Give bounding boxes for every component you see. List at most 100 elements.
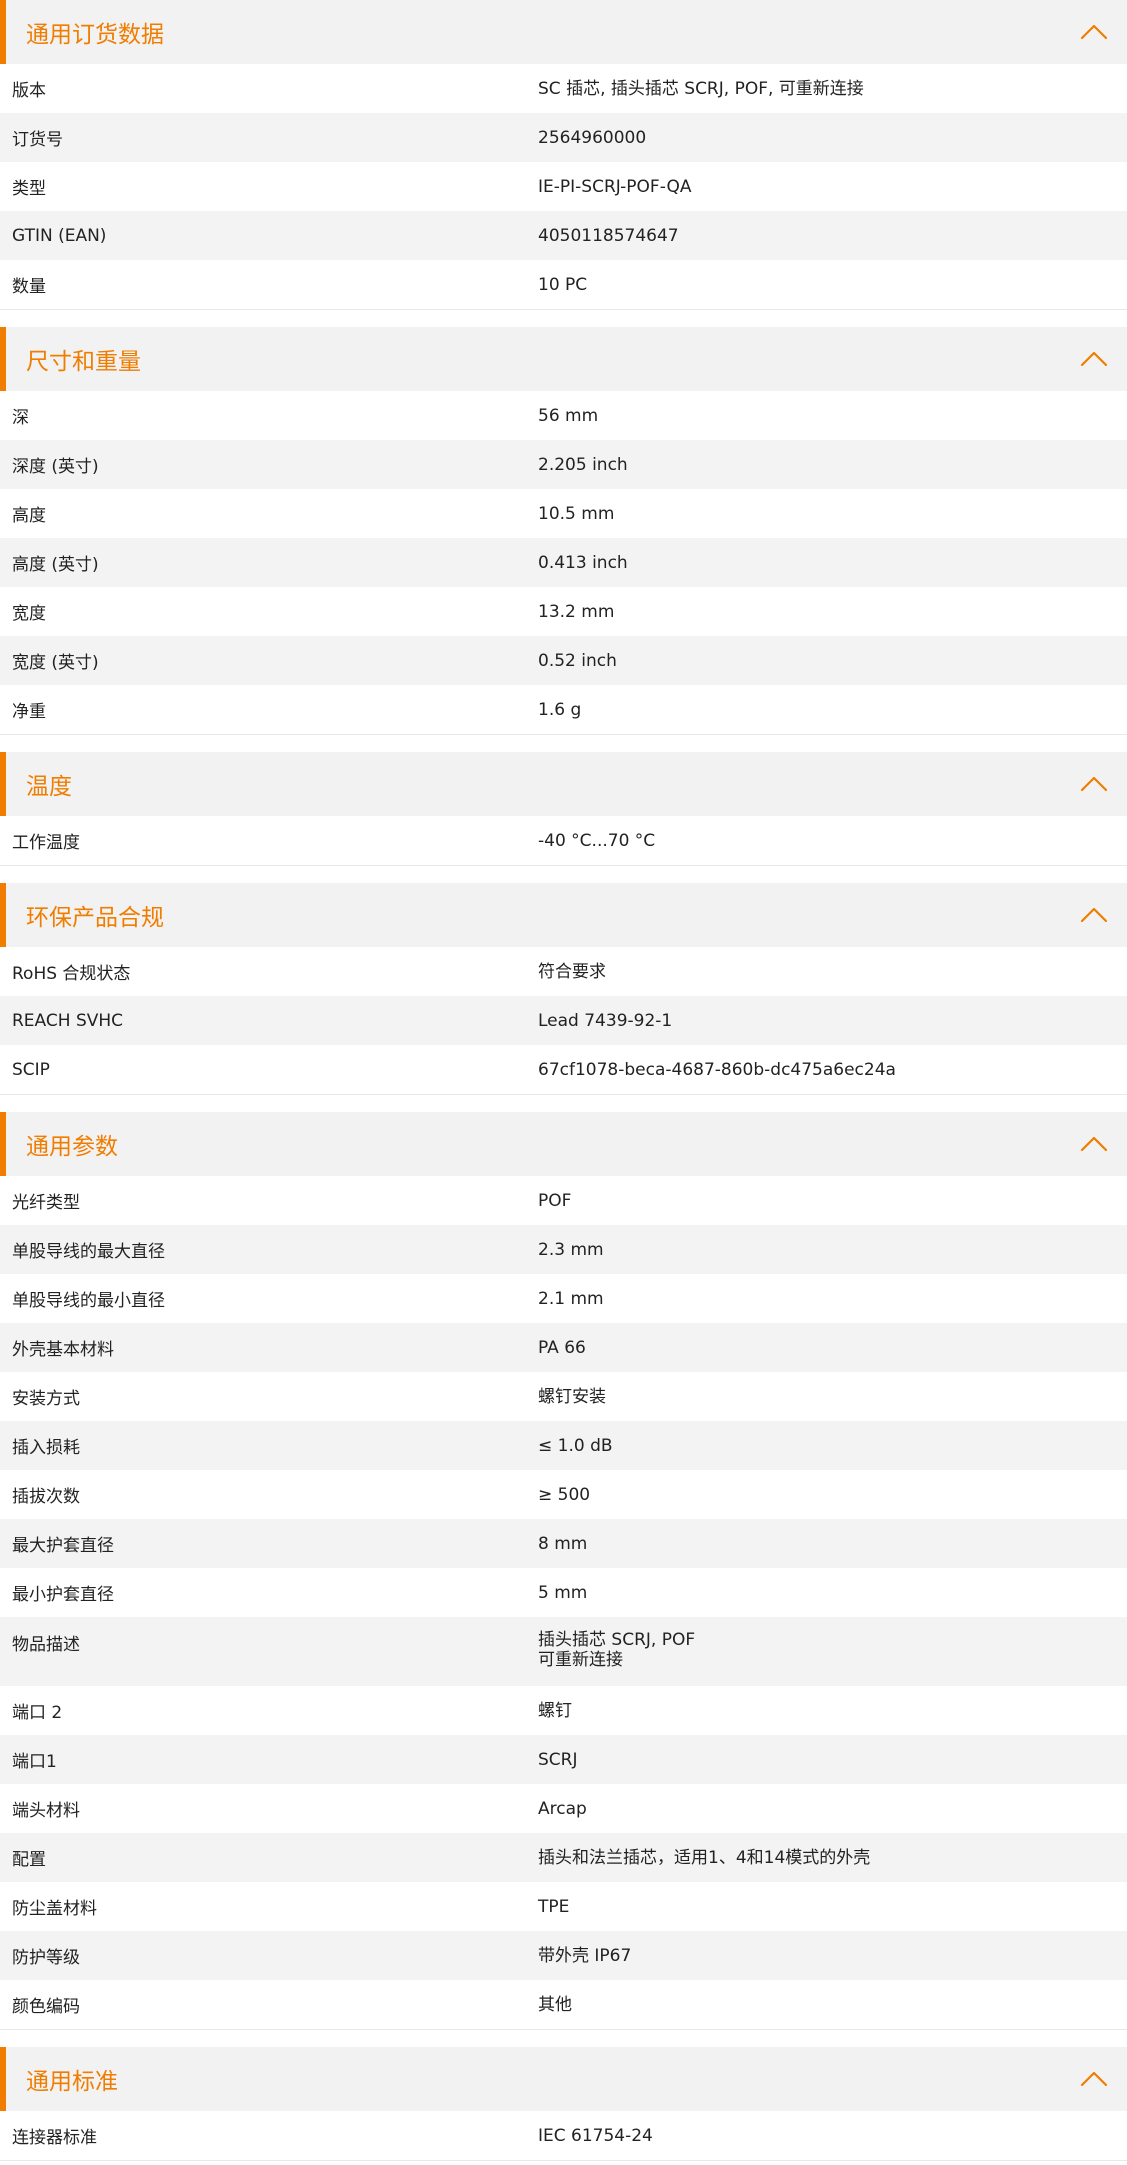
spec-label: 类型 xyxy=(12,179,46,199)
chevron-up-icon[interactable] xyxy=(1079,1130,1109,1158)
section-rows: 深 56 mm 深度 (英寸) 2.205 inch 高度 10.5 mm 高度… xyxy=(0,391,1127,735)
spec-label: 版本 xyxy=(12,81,46,101)
spec-row: 宽度 13.2 mm xyxy=(0,587,1127,636)
spec-label: 防护等级 xyxy=(12,1948,80,1968)
spec-row: 配置 插头和法兰插芯，适用1、4和14模式的外壳 xyxy=(0,1833,1127,1882)
spec-value: 1.6 g xyxy=(538,699,582,720)
section-header[interactable]: 尺寸和重量 xyxy=(0,327,1127,391)
spec-row: RoHS 合规状态 符合要求 xyxy=(0,947,1127,996)
section-title: 尺寸和重量 xyxy=(26,349,141,375)
spec-value: 13.2 mm xyxy=(538,601,615,622)
chevron-up-icon[interactable] xyxy=(1079,18,1109,46)
spec-value: IEC 61754-24 xyxy=(538,2125,653,2146)
spec-value: 2564960000 xyxy=(538,127,647,148)
section-rows: 光纤类型 POF 单股导线的最大直径 2.3 mm 单股导线的最小直径 2.1 … xyxy=(0,1176,1127,2030)
section-header[interactable]: 通用标准 xyxy=(0,2047,1127,2111)
spec-section: 温度 工作温度 -40 °C...70 °C xyxy=(0,752,1127,866)
spec-label: 安装方式 xyxy=(12,1389,80,1409)
section-rows: 工作温度 -40 °C...70 °C xyxy=(0,816,1127,866)
spec-row: GTIN (EAN) 4050118574647 xyxy=(0,211,1127,260)
spec-label: REACH SVHC xyxy=(12,1010,124,1031)
spec-value: 带外壳 IP67 xyxy=(538,1945,632,1966)
chevron-up-icon[interactable] xyxy=(1079,2065,1109,2093)
spec-row: 工作温度 -40 °C...70 °C xyxy=(0,816,1127,865)
spec-row: 端口1 SCRJ xyxy=(0,1735,1127,1784)
spec-row: 物品描述 插头插芯 SCRJ, POF 可重新连接 xyxy=(0,1617,1127,1686)
spec-label: 数量 xyxy=(12,277,46,297)
spec-label: 深度 (英寸) xyxy=(12,457,99,477)
spec-label: 高度 xyxy=(12,506,46,526)
spec-value: SC 插芯, 插头插芯 SCRJ, POF, 可重新连接 xyxy=(538,78,864,99)
spec-value: IE-PI-SCRJ-POF-QA xyxy=(538,176,692,197)
section-rows: RoHS 合规状态 符合要求 REACH SVHC Lead 7439-92-1… xyxy=(0,947,1127,1095)
section-title: 温度 xyxy=(26,774,72,800)
spec-row: 光纤类型 POF xyxy=(0,1176,1127,1225)
section-title: 通用参数 xyxy=(26,1134,118,1160)
spec-row: 高度 (英寸) 0.413 inch xyxy=(0,538,1127,587)
spec-value: 2.3 mm xyxy=(538,1239,604,1260)
spec-row: 类型 IE-PI-SCRJ-POF-QA xyxy=(0,162,1127,211)
spec-section: 环保产品合规 RoHS 合规状态 符合要求 REACH SVHC Lead 74… xyxy=(0,883,1127,1095)
spec-value: 4050118574647 xyxy=(538,225,679,246)
spec-section: 通用参数 光纤类型 POF 单股导线的最大直径 2.3 mm 单股导线的最小直径… xyxy=(0,1112,1127,2030)
spec-row: 防尘盖材料 TPE xyxy=(0,1882,1127,1931)
spec-label: GTIN (EAN) xyxy=(12,225,107,246)
chevron-up-icon[interactable] xyxy=(1079,345,1109,373)
spec-label: 防尘盖材料 xyxy=(12,1899,97,1919)
spec-row: 高度 10.5 mm xyxy=(0,489,1127,538)
spec-value: 56 mm xyxy=(538,405,599,426)
spec-row: 数量 10 PC xyxy=(0,260,1127,309)
spec-label: 连接器标准 xyxy=(12,2128,97,2148)
spec-label: 端口 2 xyxy=(12,1703,63,1723)
section-title: 通用订货数据 xyxy=(26,22,164,48)
section-title: 通用标准 xyxy=(26,2069,118,2095)
spec-label: 插入损耗 xyxy=(12,1438,80,1458)
section-header[interactable]: 环保产品合规 xyxy=(0,883,1127,947)
spec-label: 插拔次数 xyxy=(12,1487,80,1507)
chevron-up-icon[interactable] xyxy=(1079,770,1109,798)
spec-label: 端头材料 xyxy=(12,1801,80,1821)
spec-value: 8 mm xyxy=(538,1533,588,1554)
spec-value: PA 66 xyxy=(538,1337,586,1358)
spec-label: 深 xyxy=(12,408,29,428)
spec-value: Lead 7439-92-1 xyxy=(538,1010,673,1031)
spec-label: 光纤类型 xyxy=(12,1193,80,1213)
spec-row: 插入损耗 ≤ 1.0 dB xyxy=(0,1421,1127,1470)
spec-row: 端头材料 Arcap xyxy=(0,1784,1127,1833)
spec-value: 2.1 mm xyxy=(538,1288,604,1309)
spec-value: TPE xyxy=(538,1896,570,1917)
section-header[interactable]: 温度 xyxy=(0,752,1127,816)
spec-label: 宽度 (英寸) xyxy=(12,653,99,673)
spec-section: 尺寸和重量 深 56 mm 深度 (英寸) 2.205 inch 高度 10.5… xyxy=(0,327,1127,735)
spec-section: 通用标准 连接器标准 IEC 61754-24 xyxy=(0,2047,1127,2161)
spec-row: 端口 2 螺钉 xyxy=(0,1686,1127,1735)
spec-row: 安装方式 螺钉安装 xyxy=(0,1372,1127,1421)
spec-row: 外壳基本材料 PA 66 xyxy=(0,1323,1127,1372)
spec-section: 通用订货数据 版本 SC 插芯, 插头插芯 SCRJ, POF, 可重新连接 订… xyxy=(0,0,1127,310)
spec-row: 插拔次数 ≥ 500 xyxy=(0,1470,1127,1519)
spec-label: 订货号 xyxy=(12,130,63,150)
spec-value: 螺钉安装 xyxy=(538,1386,606,1407)
spec-row: 单股导线的最大直径 2.3 mm xyxy=(0,1225,1127,1274)
spec-value: 插头插芯 SCRJ, POF 可重新连接 xyxy=(538,1630,696,1670)
spec-value: 2.205 inch xyxy=(538,454,628,475)
spec-row: 深度 (英寸) 2.205 inch xyxy=(0,440,1127,489)
chevron-up-icon[interactable] xyxy=(1079,901,1109,929)
spec-label: 最小护套直径 xyxy=(12,1585,114,1605)
spec-row: 单股导线的最小直径 2.1 mm xyxy=(0,1274,1127,1323)
spec-row: REACH SVHC Lead 7439-92-1 xyxy=(0,996,1127,1045)
spec-row: 宽度 (英寸) 0.52 inch xyxy=(0,636,1127,685)
section-rows: 连接器标准 IEC 61754-24 xyxy=(0,2111,1127,2161)
spec-row: 防护等级 带外壳 IP67 xyxy=(0,1931,1127,1980)
spec-label: 颜色编码 xyxy=(12,1997,80,2017)
section-title: 环保产品合规 xyxy=(26,905,164,931)
spec-value: 67cf1078-beca-4687-860b-dc475a6ec24a xyxy=(538,1059,896,1080)
spec-label: 端口1 xyxy=(12,1752,57,1772)
spec-row: 订货号 2564960000 xyxy=(0,113,1127,162)
spec-row: 颜色编码 其他 xyxy=(0,1980,1127,2029)
spec-value: 10.5 mm xyxy=(538,503,615,524)
section-header[interactable]: 通用订货数据 xyxy=(0,0,1127,64)
section-header[interactable]: 通用参数 xyxy=(0,1112,1127,1176)
spec-value: 0.413 inch xyxy=(538,552,628,573)
spec-value: 其他 xyxy=(538,1994,572,2015)
